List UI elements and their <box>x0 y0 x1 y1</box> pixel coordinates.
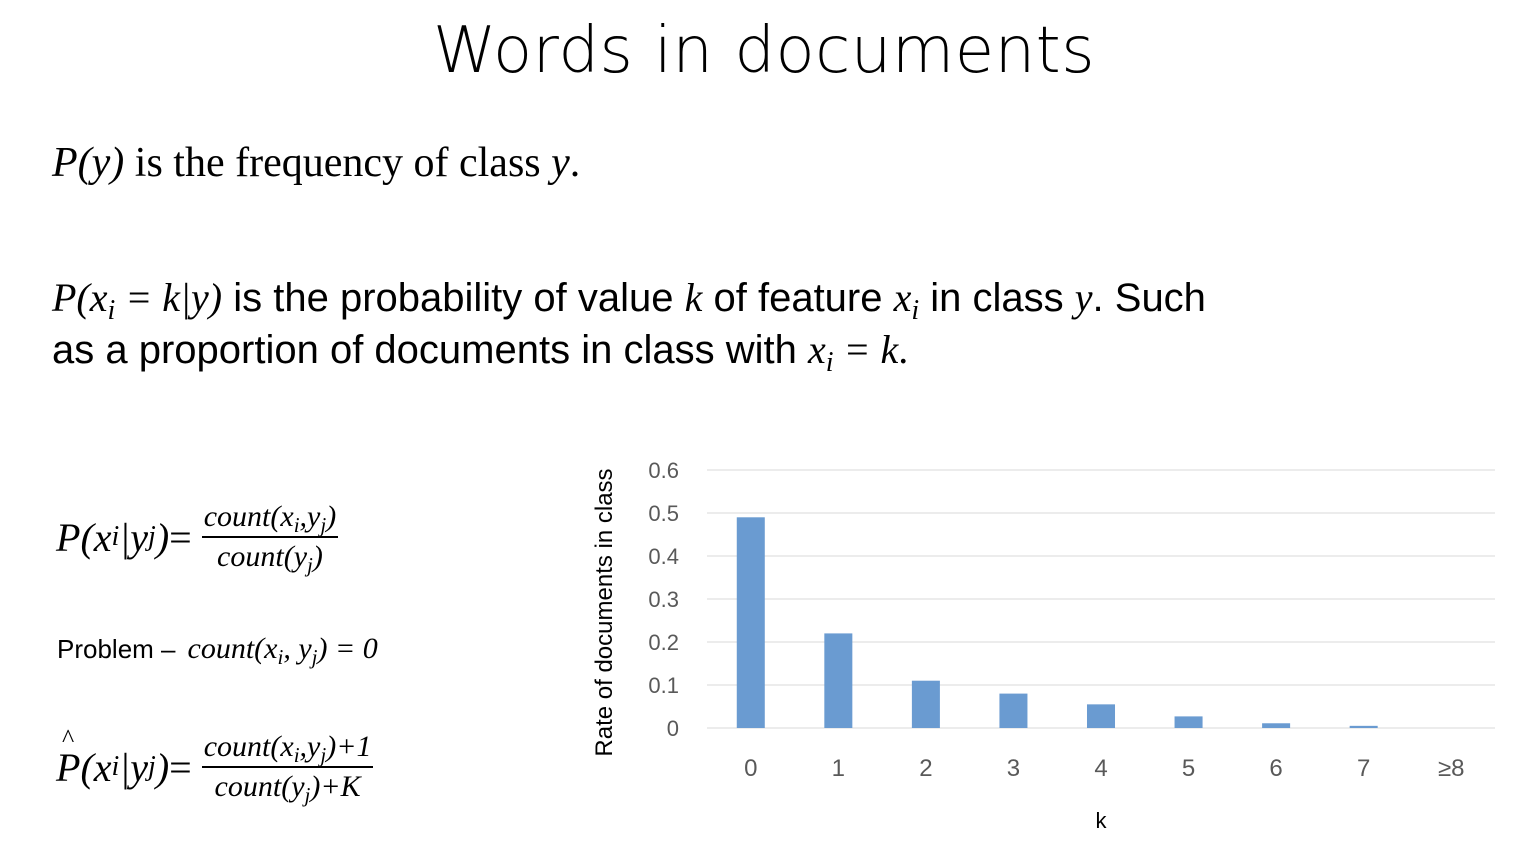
y-tick-label: 0 <box>667 716 679 741</box>
bar <box>999 693 1028 728</box>
x-tick-label: 3 <box>1007 755 1020 782</box>
y-tick-label: 0.1 <box>648 673 679 698</box>
rate-by-k-bar-chart: 0 0.1 0.2 0.3 0.4 0.5 0.6 0 1 2 3 4 5 6 7 ≥8 k Rate of do… <box>591 458 1495 833</box>
fraction-numerator: count(xi,yj)+1 <box>201 730 374 768</box>
fraction: count(xi,yj) count(yj) <box>201 500 339 577</box>
y-tick-label: 0.6 <box>648 458 679 483</box>
bar <box>1086 704 1116 728</box>
smoothed-probability-equation: P(xi|yj) = count(xi,yj)+1 count(yj)+K <box>56 724 374 807</box>
x-tick-label: 2 <box>919 755 932 782</box>
p-hat-symbol: P <box>56 724 80 791</box>
problem-label: Problem – <box>57 634 176 664</box>
problem-statement: Problem – count(xi, yj) = 0 <box>57 632 378 669</box>
fraction-denominator: count(yj)+K <box>214 770 361 807</box>
likelihood-line-continued: as a proportion of documents in class wi… <box>52 327 909 378</box>
x-tick-label: 4 <box>1094 755 1107 782</box>
bar <box>1262 723 1291 728</box>
y-axis-label: Rate of documents in class <box>591 468 618 756</box>
conditional-probability-equation: P (x i |y j) = count(xi,yj) count(yj) <box>56 500 339 577</box>
x-axis-label: k <box>1096 808 1108 833</box>
bar <box>1174 716 1203 728</box>
fraction-numerator: count(xi,yj) <box>201 500 339 538</box>
zero-count-expression: count(xi, yj) = 0 <box>187 632 378 669</box>
bar <box>824 633 853 728</box>
y-tick-label: 0.5 <box>648 501 679 526</box>
y-tick-label: 0.4 <box>648 544 679 569</box>
x-tick-label: 1 <box>832 755 845 782</box>
likelihood-line: P(xi = k|y) is the probability of value … <box>52 275 1206 326</box>
slide-title: Words in documents <box>432 14 1096 88</box>
y-tick-label: 0.3 <box>648 587 679 612</box>
prior-probability-line: P(y) is the frequency of class y. <box>52 140 581 186</box>
x-tick-label: 6 <box>1269 755 1282 782</box>
fraction-denominator: count(yj) <box>217 540 323 577</box>
y-tick-label: 0.2 <box>648 630 679 655</box>
x-tick-label: 7 <box>1357 755 1370 782</box>
x-tick-label: 5 <box>1182 755 1195 782</box>
fraction: count(xi,yj)+1 count(yj)+K <box>201 730 374 807</box>
bar <box>736 517 765 728</box>
bar <box>1349 725 1378 728</box>
x-tick-label: 0 <box>744 755 757 782</box>
bar <box>911 680 940 728</box>
x-tick-label: ≥8 <box>1438 755 1465 782</box>
